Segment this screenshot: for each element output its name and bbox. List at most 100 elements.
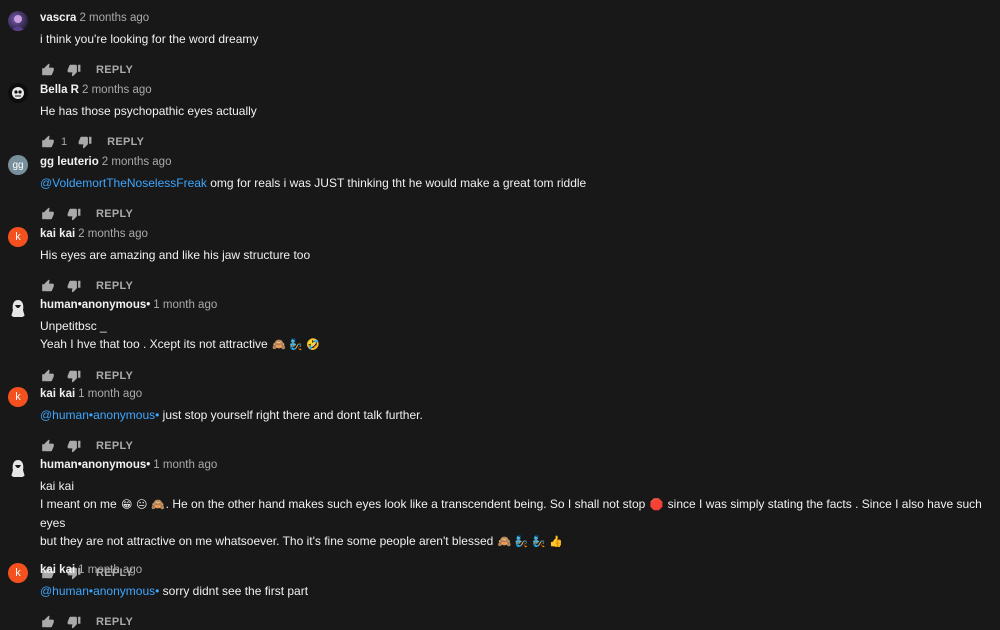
thumbs-down-icon[interactable] bbox=[66, 278, 82, 294]
thumbs-down-icon[interactable] bbox=[66, 206, 82, 222]
comment-thread: vascra 2 months ago i think you're lookin… bbox=[0, 0, 1000, 630]
author-name[interactable]: human•anonymous• bbox=[40, 299, 150, 311]
comment-line: His eyes are amazing and like his jaw st… bbox=[40, 246, 992, 264]
like-count: 1 bbox=[61, 136, 68, 148]
mention-link[interactable]: @human•anonymous• bbox=[40, 408, 159, 422]
thumbs-up-icon[interactable] bbox=[40, 614, 56, 630]
comment-time[interactable]: 2 months ago bbox=[102, 156, 172, 168]
user-photo-icon bbox=[11, 460, 25, 477]
thumbs-down-icon[interactable] bbox=[66, 368, 82, 384]
reply-button[interactable]: REPLY bbox=[96, 616, 133, 628]
author-name[interactable]: gg leuterio bbox=[40, 156, 99, 168]
comment-text-segment: just stop yourself right there and dont … bbox=[159, 408, 423, 422]
user-photo-icon bbox=[11, 300, 25, 317]
comment-body: kai kai 1 month ago @human•anonymous• sor… bbox=[40, 563, 992, 630]
comment-actions: REPLY bbox=[40, 438, 992, 454]
comment-text-segment: Yeah I hve that too . Xcept its not attr… bbox=[40, 337, 272, 351]
comment-text: @human•anonymous• just stop yourself rig… bbox=[40, 406, 992, 424]
comment-time[interactable]: 1 month ago bbox=[153, 299, 217, 311]
comment-text-segment: Unpetitbsc _ bbox=[40, 319, 107, 333]
comment-header: kai kai 1 month ago bbox=[40, 563, 992, 578]
comment-line: Yeah I hve that too . Xcept its not attr… bbox=[40, 335, 992, 354]
comment-time[interactable]: 2 months ago bbox=[78, 228, 148, 240]
comment-body: Bella R2 months ago He has those psychop… bbox=[40, 83, 992, 150]
comment-header: Bella R2 months ago bbox=[40, 83, 992, 98]
thumbs-down-icon[interactable] bbox=[77, 134, 93, 150]
reply-button[interactable]: REPLY bbox=[96, 64, 133, 76]
comment-line: @VoldemortTheNoselessFreak omg for reals… bbox=[40, 174, 992, 192]
comment-text: His eyes are amazing and like his jaw st… bbox=[40, 246, 992, 264]
comment-line: I meant on me 😁 😐 🙈. He on the other han… bbox=[40, 495, 992, 532]
thumbs-up-icon[interactable] bbox=[40, 368, 56, 384]
comment-text: kai kai I meant on me 😁 😐 🙈. He on the ot… bbox=[40, 477, 992, 551]
thumbs-up-icon[interactable] bbox=[40, 134, 56, 150]
reply-button[interactable]: REPLY bbox=[96, 440, 133, 452]
comment-time[interactable]: 1 month ago bbox=[153, 459, 217, 471]
comment-time[interactable]: 2 months ago bbox=[79, 12, 149, 24]
thumbs-down-icon[interactable] bbox=[66, 62, 82, 78]
reply-button[interactable]: REPLY bbox=[107, 136, 144, 148]
comment-time[interactable]: 1 month ago bbox=[78, 564, 142, 576]
comment-header: gg leuterio 2 months ago bbox=[40, 155, 992, 170]
comment-line: Unpetitbsc _ bbox=[40, 317, 992, 335]
thumbs-up-icon[interactable] bbox=[40, 438, 56, 454]
comment-time[interactable]: 1 month ago bbox=[78, 388, 142, 400]
comment-header: kai kai 1 month ago bbox=[40, 387, 992, 402]
comment-header: kai kai 2 months ago bbox=[40, 227, 992, 242]
avatar[interactable] bbox=[8, 11, 28, 31]
comment-header: human•anonymous• 1 month ago bbox=[40, 458, 992, 473]
avatar[interactable]: gg bbox=[8, 155, 28, 175]
emoji-group: 🙈 🧞 🧞 👍 bbox=[497, 535, 563, 548]
avatar[interactable] bbox=[8, 458, 28, 478]
reply-button[interactable]: REPLY bbox=[96, 370, 133, 382]
author-name[interactable]: Bella R bbox=[40, 84, 79, 96]
avatar[interactable] bbox=[8, 83, 28, 103]
author-name[interactable]: kai kai bbox=[40, 564, 75, 576]
reply-button[interactable]: REPLY bbox=[96, 280, 133, 292]
user-photo-icon bbox=[11, 15, 25, 31]
emoji-group: 🙈 🧞 🤣 bbox=[272, 338, 321, 351]
comment-line: but they are not attractive on me whatso… bbox=[40, 532, 992, 551]
avatar[interactable] bbox=[8, 298, 28, 318]
avatar[interactable]: k bbox=[8, 227, 28, 247]
avatar-initials: k bbox=[15, 567, 21, 579]
comment-body: gg leuterio 2 months ago @VoldemortTheNos… bbox=[40, 155, 992, 222]
comment-text: @VoldemortTheNoselessFreak omg for reals… bbox=[40, 174, 992, 192]
comment-text-segment: I meant on me bbox=[40, 497, 121, 511]
avatar-initials: gg bbox=[12, 159, 24, 171]
comment-text-segment: . He on the other hand makes such eyes l… bbox=[165, 497, 649, 511]
comment-text-segment: kai kai bbox=[40, 479, 75, 493]
comment-actions: REPLY bbox=[40, 614, 992, 630]
author-name[interactable]: vascra bbox=[40, 12, 76, 24]
comment-actions: REPLY bbox=[40, 278, 992, 294]
thumbs-up-icon[interactable] bbox=[40, 62, 56, 78]
comment-time[interactable]: 2 months ago bbox=[82, 84, 152, 96]
comment-line: kai kai bbox=[40, 477, 992, 495]
mention-link[interactable]: @VoldemortTheNoselessFreak bbox=[40, 176, 207, 190]
author-name[interactable]: kai kai bbox=[40, 228, 75, 240]
emoji-group: 😁 😐 🙈 bbox=[121, 498, 165, 511]
thumbs-down-icon[interactable] bbox=[66, 438, 82, 454]
mention-link[interactable]: @human•anonymous• bbox=[40, 584, 159, 598]
comment-body: vascra 2 months ago i think you're lookin… bbox=[40, 11, 992, 78]
comment-text-segment: i think you're looking for the word drea… bbox=[40, 32, 259, 46]
thumbs-down-icon[interactable] bbox=[66, 614, 82, 630]
comment-actions: REPLY bbox=[40, 206, 992, 222]
reply-button[interactable]: REPLY bbox=[96, 208, 133, 220]
comment-body: kai kai 1 month ago @human•anonymous• jus… bbox=[40, 387, 992, 454]
comment-header: vascra 2 months ago bbox=[40, 11, 992, 26]
comment-text-segment: sorry didnt see the first part bbox=[159, 584, 309, 598]
comment-text-segment: His eyes are amazing and like his jaw st… bbox=[40, 248, 311, 262]
avatar-initials: k bbox=[15, 391, 21, 403]
avatar[interactable]: k bbox=[8, 387, 28, 407]
avatar-initials: k bbox=[15, 231, 21, 243]
author-name[interactable]: human•anonymous• bbox=[40, 459, 150, 471]
thumbs-up-icon[interactable] bbox=[40, 206, 56, 222]
comment-line: i think you're looking for the word drea… bbox=[40, 30, 992, 48]
comment-text: @human•anonymous• sorry didnt see the fi… bbox=[40, 582, 992, 600]
thumbs-up-icon[interactable] bbox=[40, 278, 56, 294]
comment-text-segment: He has those psychopathic eyes actually bbox=[40, 104, 257, 118]
avatar[interactable]: k bbox=[8, 563, 28, 583]
comment-actions: REPLY bbox=[40, 368, 992, 384]
author-name[interactable]: kai kai bbox=[40, 388, 75, 400]
